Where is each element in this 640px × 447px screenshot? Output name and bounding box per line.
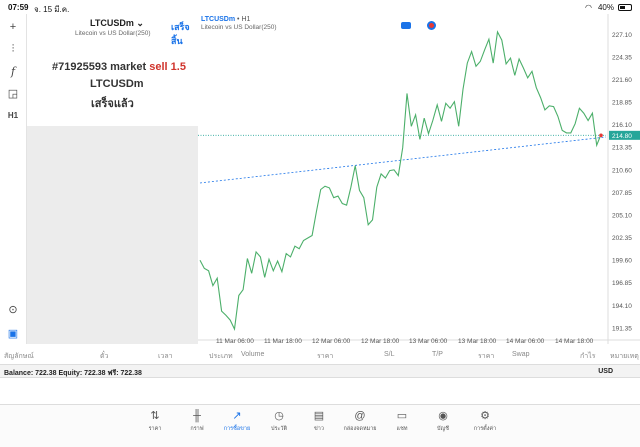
y-tick-label: 227.10 xyxy=(612,32,632,39)
trade-icon: ↗ xyxy=(232,410,242,422)
chart-canvas: 227.10 224.35 221.60 218.85 216.10 213.35 210.… xyxy=(198,14,640,344)
table-header-cell[interactable]: ราคา xyxy=(478,351,494,362)
order-side: sell 1.5 xyxy=(149,61,186,73)
bottom-tab-bar: ⇅ ราคา ╫ กราฟ ↗ การซื้อขาย ◷ ประวัติ ▤ ข่าว @ กล่อง… xyxy=(0,404,640,447)
price-series-line xyxy=(199,30,602,332)
y-tick-label: 199.60 xyxy=(612,258,632,265)
symbol-selector[interactable]: LTCUSDm ⌄ xyxy=(90,18,144,29)
history-icon: ◷ xyxy=(274,410,284,422)
y-tick-label: 213.35 xyxy=(612,145,632,152)
x-tick-label: 12 Mar 06:00 xyxy=(312,338,351,344)
tab-label: แชท xyxy=(396,426,408,432)
chevron-down-icon: ⌄ xyxy=(136,18,144,28)
table-header-cell[interactable]: ตั๋ว xyxy=(100,351,108,362)
table-header-cell[interactable]: กำไร xyxy=(580,351,595,362)
y-tick-label: 202.35 xyxy=(612,235,632,242)
last-price-marker xyxy=(599,133,603,138)
status-bar: 07:59 จ. 15 มี.ค. ◠ 40% xyxy=(0,0,640,14)
timeframe-icon[interactable]: H1 xyxy=(4,106,22,124)
news-icon: ▤ xyxy=(313,410,325,422)
balance-bar: Balance: 722.38 Equity: 722.38 ฟรี: 722.… xyxy=(0,364,640,378)
y-tick-label: 210.60 xyxy=(612,167,632,174)
tab-candles[interactable]: ╫ กราฟ xyxy=(177,409,217,433)
order-status: เสร็จแล้ว xyxy=(91,98,134,110)
current-price-label: 214.80 xyxy=(612,133,632,140)
crosshair-icon[interactable]: + xyxy=(4,18,22,36)
table-header-cell[interactable]: ราคา xyxy=(317,351,333,362)
candles-icon: ╫ xyxy=(193,410,201,422)
balance-currency: USD xyxy=(598,368,613,375)
y-tick-label: 224.35 xyxy=(612,54,632,61)
x-tick-label: 12 Mar 18:00 xyxy=(361,338,400,344)
status-time: 07:59 xyxy=(8,3,29,12)
tab-mail[interactable]: @ กล่องจดหมาย xyxy=(340,409,380,433)
y-tick-label: 207.85 xyxy=(612,190,632,197)
y-tick-label: 221.60 xyxy=(612,77,632,84)
tab-label: ราคา xyxy=(148,426,162,432)
x-tick-label: 13 Mar 06:00 xyxy=(409,338,448,344)
trade-table-header: สัญลักษณ์ ตั๋ว เวลา ประเภท Volume ราคา S/L T/P ร… xyxy=(0,348,640,362)
arrows-icon: ⇅ xyxy=(150,410,160,422)
trade-panel-icon[interactable]: ▣ xyxy=(4,324,22,342)
x-tick-label: 11 Mar 18:00 xyxy=(264,338,302,344)
wifi-icon: ◠ xyxy=(584,3,592,12)
battery-percent: 40% xyxy=(597,3,614,12)
tab-label: ประวัติ xyxy=(270,426,288,432)
y-tick-label: 191.35 xyxy=(612,325,632,332)
table-header-cell[interactable]: เวลา xyxy=(158,351,173,362)
objects-icon[interactable]: ◲ xyxy=(4,84,22,102)
tab-label: ข่าว xyxy=(314,426,324,432)
zoom-icon[interactable]: ⊙ xyxy=(4,300,22,318)
order-summary: LTCUSDm ⌄ Litecoin vs US Dollar(250) เสร… xyxy=(27,14,198,126)
tab-label: การตั้งค่า xyxy=(473,426,497,432)
y-tick-label: 196.85 xyxy=(612,280,632,287)
y-tick-label: 194.10 xyxy=(612,303,632,310)
tab-settings[interactable]: ⚙ การตั้งค่า xyxy=(465,409,505,433)
tab-trade[interactable]: ↗ การซื้อขาย xyxy=(217,409,257,433)
indicator-icon[interactable]: ⫶ xyxy=(4,40,22,58)
tab-account[interactable]: ◉ บัญชี xyxy=(423,409,463,433)
order-ticket-line: #71925593 market sell 1.5 xyxy=(52,61,186,73)
table-header-cell[interactable]: หมายเหตุ xyxy=(610,351,639,362)
y-tick-label: 216.10 xyxy=(612,122,632,129)
tab-label: กราฟ xyxy=(190,426,204,432)
tab-history[interactable]: ◷ ประวัติ xyxy=(259,409,299,433)
y-tick-label: 218.85 xyxy=(612,100,632,107)
order-panel: LTCUSDm ⌄ Litecoin vs US Dollar(250) เสร… xyxy=(27,14,198,344)
tab-chat[interactable]: ▭ แชท xyxy=(382,409,422,433)
account-icon: ◉ xyxy=(438,410,448,422)
status-right: ◠ 40% xyxy=(585,3,632,12)
battery-icon xyxy=(618,4,632,11)
symbol-description: Litecoin vs US Dollar(250) xyxy=(75,30,151,37)
done-button[interactable]: เสร็จสิ้น xyxy=(171,20,198,48)
table-header-cell[interactable]: T/P xyxy=(432,351,443,358)
table-header-cell[interactable]: Volume xyxy=(241,351,264,358)
tab-label: กล่องจดหมาย xyxy=(343,426,377,432)
mail-icon: @ xyxy=(354,410,366,422)
drawing-toolbar: + ⫶ f ◲ H1 ⊙ ▣ xyxy=(0,14,27,344)
x-tick-label: 14 Mar 06:00 xyxy=(506,338,545,344)
chat-icon: ▭ xyxy=(396,410,408,422)
tab-news[interactable]: ▤ ข่าว xyxy=(299,409,339,433)
table-header-cell[interactable]: สัญลักษณ์ xyxy=(4,351,34,362)
y-tick-label: 205.10 xyxy=(612,212,632,219)
tab-arrows[interactable]: ⇅ ราคา xyxy=(135,409,175,433)
symbol-name: LTCUSDm xyxy=(90,18,134,28)
table-header-cell[interactable]: ประเภท xyxy=(209,351,233,362)
panel-empty-area xyxy=(27,126,198,344)
x-tick-label: 11 Mar 06:00 xyxy=(216,338,254,344)
settings-icon: ⚙ xyxy=(480,410,490,422)
table-header-cell[interactable]: Swap xyxy=(512,351,530,358)
order-symbol: LTCUSDm xyxy=(90,78,144,90)
price-chart[interactable]: LTCUSDm • H1 Litecoin vs US Dollar(250) … xyxy=(198,14,640,344)
tab-label: การซื้อขาย xyxy=(223,426,251,432)
table-header-cell[interactable]: S/L xyxy=(384,351,395,358)
order-ticket: #71925593 market xyxy=(52,61,147,73)
x-tick-label: 14 Mar 18:00 xyxy=(555,338,594,344)
function-icon[interactable]: f xyxy=(4,62,22,80)
trade-list-empty xyxy=(0,378,640,404)
x-tick-label: 13 Mar 18:00 xyxy=(458,338,497,344)
tab-label: บัญชี xyxy=(437,426,449,432)
